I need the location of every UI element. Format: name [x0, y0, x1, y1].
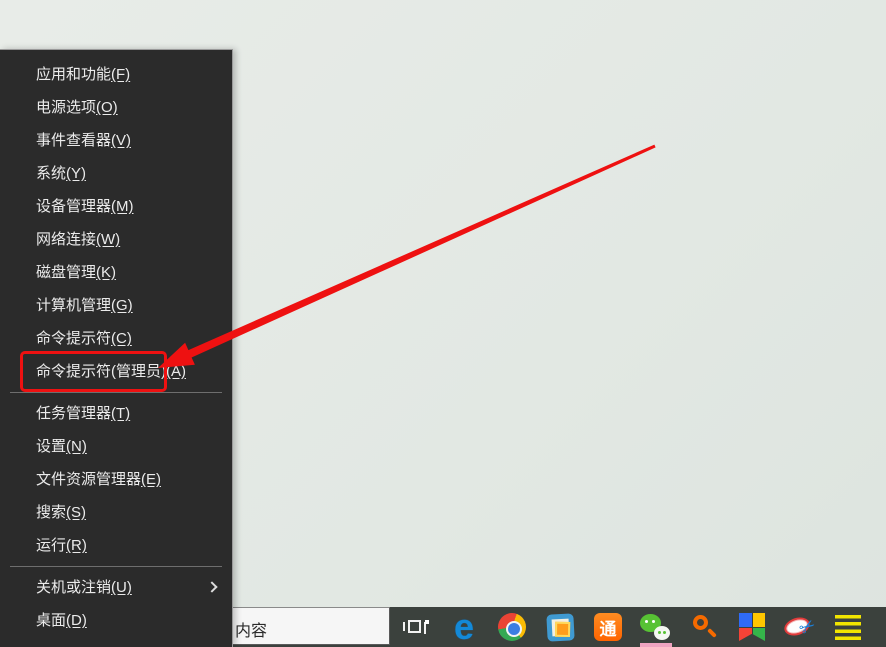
menu-item-F[interactable]: 应用和功能(F) [0, 58, 232, 91]
colorful-tiles-button[interactable] [728, 607, 776, 647]
chrome-button[interactable] [488, 607, 536, 647]
menu-item-R[interactable]: 运行(R) [0, 529, 232, 562]
search-placeholder-text: 内容 [235, 617, 267, 641]
yellow-lines-button[interactable] [824, 607, 872, 647]
chrome-icon [498, 613, 526, 641]
vmware-button[interactable] [536, 607, 584, 647]
menu-item-E[interactable]: 文件资源管理器(E) [0, 463, 232, 496]
taskbar-icons: e 通 ✂ [392, 607, 872, 647]
menu-item-A[interactable]: 命令提示符(管理员)(A) [0, 355, 232, 388]
menu-item-O[interactable]: 电源选项(O) [0, 91, 232, 124]
menu-item-C[interactable]: 命令提示符(C) [0, 322, 232, 355]
menu-item-M[interactable]: 设备管理器(M) [0, 190, 232, 223]
edge-icon: e [454, 612, 474, 642]
menu-item-Y[interactable]: 系统(Y) [0, 157, 232, 190]
menu-item-S[interactable]: 搜索(S) [0, 496, 232, 529]
menu-item-D[interactable]: 桌面(D) [0, 604, 232, 637]
colorful-tiles-icon [739, 613, 765, 641]
menu-item-U[interactable]: 关机或注销(U) [0, 571, 232, 604]
vmware-icon [546, 613, 574, 641]
magnifier-app-icon [690, 613, 718, 641]
magnifier-app-button[interactable] [680, 607, 728, 647]
task-view-icon [403, 617, 429, 637]
winx-menu: 应用和功能(F)电源选项(O)事件查看器(V)系统(Y)设备管理器(M)网络连接… [0, 49, 233, 647]
submenu-chevron-icon [206, 581, 217, 592]
tong-app-icon: 通 [594, 613, 622, 641]
menu-separator [10, 566, 222, 567]
task-view-button[interactable] [392, 607, 440, 647]
menu-item-T[interactable]: 任务管理器(T) [0, 397, 232, 430]
scissors-app-icon: ✂ [784, 614, 816, 640]
tong-app-button[interactable]: 通 [584, 607, 632, 647]
edge-button[interactable]: e [440, 607, 488, 647]
menu-item-W[interactable]: 网络连接(W) [0, 223, 232, 256]
menu-separator [10, 392, 222, 393]
desktop: { "menu": { "items": [ {"type":"item","l… [0, 0, 886, 647]
scissors-app-button[interactable]: ✂ [776, 607, 824, 647]
wechat-icon [640, 614, 672, 640]
wechat-button[interactable] [632, 607, 680, 647]
menu-item-V[interactable]: 事件查看器(V) [0, 124, 232, 157]
wechat-active-indicator [640, 643, 672, 647]
menu-item-N[interactable]: 设置(N) [0, 430, 232, 463]
yellow-lines-icon [835, 615, 861, 640]
menu-item-G[interactable]: 计算机管理(G) [0, 289, 232, 322]
menu-item-K[interactable]: 磁盘管理(K) [0, 256, 232, 289]
